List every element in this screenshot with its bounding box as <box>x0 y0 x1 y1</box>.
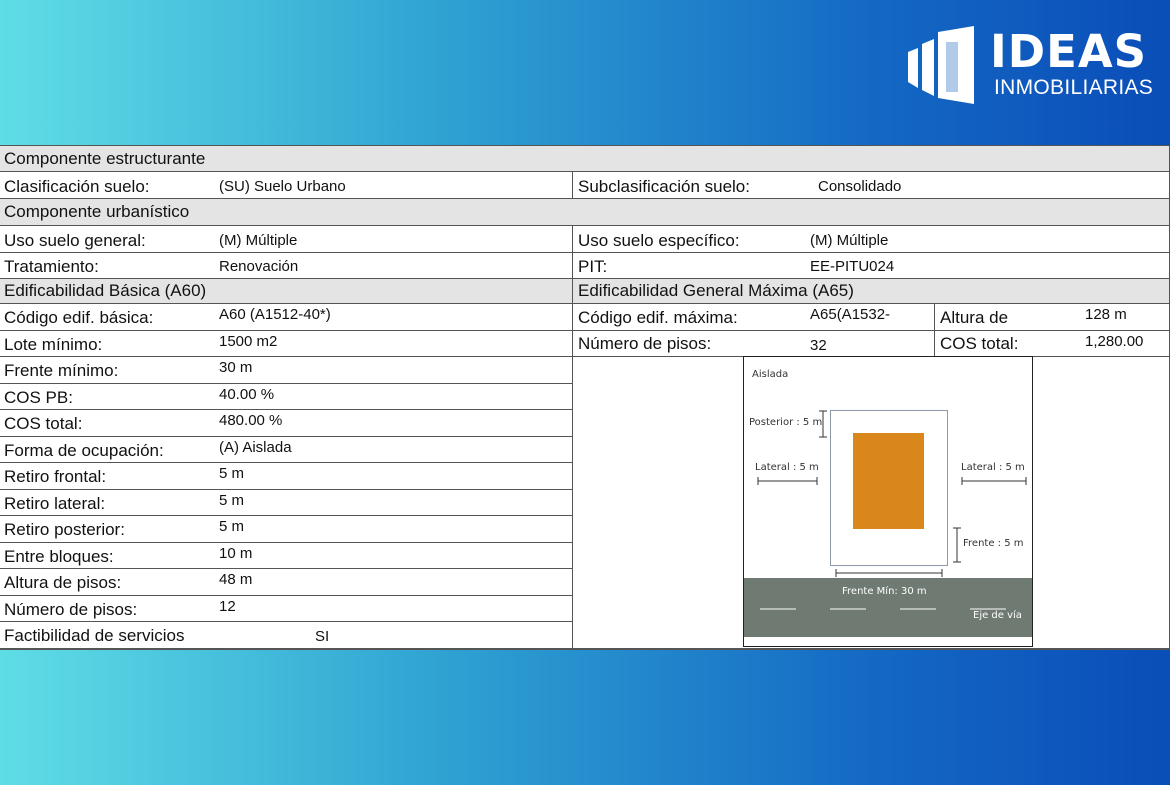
subclasificacion-value: Consolidado <box>818 178 902 195</box>
basic-row-value: 5 m <box>219 491 245 509</box>
basic-row-value: 5 m <box>219 465 245 482</box>
uso-especifico-value: (M) Múltiple <box>810 232 889 249</box>
basic-row: Altura de pisos: 48 m <box>0 569 572 596</box>
row-codigo: Código edif. básica: A60 (A1512-40*) Cód… <box>0 304 1170 331</box>
basic-row-label: Frente mínimo: <box>4 361 119 380</box>
altura-max-value: 128 m <box>1085 306 1127 323</box>
section-edificabilidad: Edificabilidad Básica (A60) Edificabilid… <box>0 279 1170 304</box>
section-urbanistico: Componente urbanístico <box>0 199 1170 226</box>
brand-logo: IDEAS INMOBILIARIAS <box>908 26 1158 106</box>
basic-row: Retiro lateral: 5 m <box>0 490 572 516</box>
divider <box>572 172 573 199</box>
basic-row-label: Altura de pisos: <box>4 573 122 592</box>
brand-subtitle: INMOBILIARIAS <box>994 76 1154 99</box>
basic-row: Retiro posterior: 5 m <box>0 516 572 543</box>
basic-row: Entre bloques: 10 m <box>0 543 572 569</box>
section-title: Componente estructurante <box>4 149 206 168</box>
section-basica-title: Edificabilidad Básica (A60) <box>4 281 207 300</box>
basic-row-label: Forma de ocupación: <box>4 440 164 460</box>
basic-row-label: Retiro frontal: <box>4 467 107 486</box>
codigo-maxima-value: A65(A1532- <box>810 306 891 323</box>
section-estructurante: Componente estructurante <box>0 145 1170 172</box>
basic-row-value: 5 m <box>219 518 245 535</box>
basic-row: Retiro frontal: 5 m <box>0 463 572 490</box>
divider <box>934 304 935 357</box>
pit-label: PIT: <box>578 257 608 276</box>
basic-row-label: COS PB: <box>4 387 73 407</box>
bottom-border <box>0 648 1170 650</box>
road: Frente Mín: 30 m Eje de vía <box>744 578 1032 637</box>
uso-general-label: Uso suelo general: <box>4 231 146 250</box>
lote-minimo-value: 1500 m2 <box>219 333 278 350</box>
basic-row-label: Retiro posterior: <box>4 520 125 539</box>
subclasificacion-label: Subclasificación suelo: <box>578 177 750 196</box>
basic-row-value: SI <box>315 628 330 645</box>
basic-row: Factibilidad de servicios SI <box>0 622 572 649</box>
uso-especifico-label: Uso suelo específico: <box>578 231 740 250</box>
row-uso-suelo: Uso suelo general: (M) Múltiple Uso suel… <box>0 226 1170 253</box>
cos-total-max-label: COS total: <box>940 334 1019 353</box>
cos-total-max-value: 1,280.00 <box>1085 333 1144 350</box>
basic-row: Número de pisos: 12 <box>0 596 572 622</box>
basic-row-label: Entre bloques: <box>4 546 114 566</box>
pisos-max-label: Número de pisos: <box>578 334 712 353</box>
row-lote: Lote mínimo: 1500 m2 Número de pisos: 32… <box>0 331 1170 357</box>
basic-row-value: 10 m <box>219 544 253 562</box>
codigo-maxima-label: Código edif. máxima: <box>578 308 738 327</box>
basic-row-label: COS total: <box>4 414 83 433</box>
section-title: Componente urbanístico <box>4 202 190 221</box>
basic-row-value: 12 <box>219 597 236 615</box>
lote-minimo-label: Lote mínimo: <box>4 335 103 354</box>
clasificacion-value: (SU) Suelo Urbano <box>219 178 346 195</box>
basic-row-value: 30 m <box>219 359 253 376</box>
basic-row-value: 480.00 % <box>219 412 283 429</box>
altura-max-label: Altura de <box>940 308 1009 327</box>
building-logo-icon <box>908 26 974 104</box>
codigo-basica-label: Código edif. básica: <box>4 308 154 327</box>
divider <box>572 279 573 649</box>
basic-row-value: (A) Aislada <box>219 438 292 456</box>
dimension-lines <box>757 410 1027 577</box>
brand-name: IDEAS <box>990 25 1148 78</box>
divider <box>572 226 573 279</box>
section-maxima-title: Edificabilidad General Máxima (A65) <box>578 281 854 300</box>
basic-row-value: 40.00 % <box>219 385 275 403</box>
pisos-max-value: 32 <box>810 337 827 354</box>
clasificacion-label: Clasificación suelo: <box>4 177 150 196</box>
pit-value: EE-PITU024 <box>810 258 895 275</box>
basic-row: COS total: 480.00 % <box>0 410 572 437</box>
basic-row: COS PB: 40.00 % <box>0 384 572 410</box>
road-centerline <box>760 608 1006 610</box>
basic-row-label: Número de pisos: <box>4 599 138 619</box>
tratamiento-value: Renovación <box>219 258 299 275</box>
basic-row-value: 48 m <box>219 571 253 588</box>
basic-row: Frente mínimo: 30 m <box>0 357 572 384</box>
basic-row: Forma de ocupación: (A) Aislada <box>0 437 572 463</box>
codigo-basica-value: A60 (A1512-40*) <box>219 306 331 323</box>
basic-row-label: Retiro lateral: <box>4 493 106 513</box>
setback-diagram: Aislada Posterior : 5 m Lateral : 5 m La… <box>743 356 1033 647</box>
row-clasificacion: Clasificación suelo: (SU) Suelo Urbano S… <box>0 172 1170 199</box>
tratamiento-label: Tratamiento: <box>4 257 99 276</box>
uso-general-value: (M) Múltiple <box>219 232 298 249</box>
basic-row-label: Factibilidad de servicios <box>4 626 185 645</box>
row-tratamiento: Tratamiento: Renovación PIT: EE-PITU024 <box>0 253 1170 279</box>
